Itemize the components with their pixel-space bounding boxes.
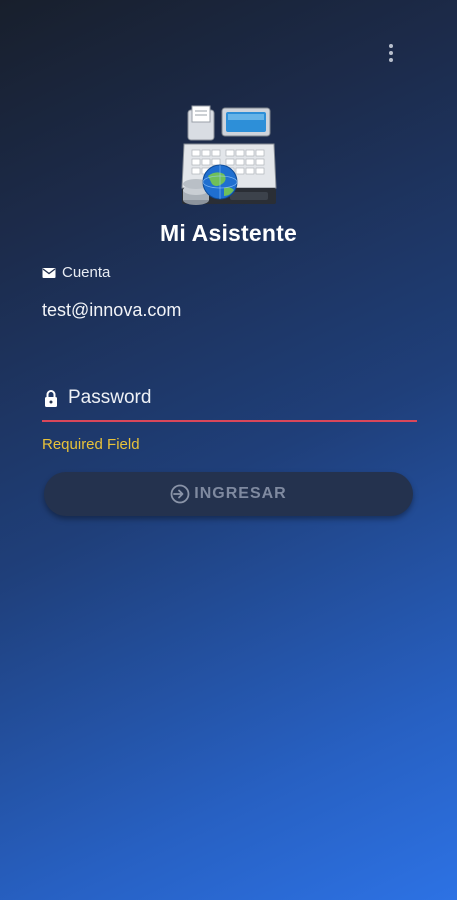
- app-title: Mi Asistente: [159, 220, 298, 246]
- login-button[interactable]: INGRESAR: [44, 472, 413, 516]
- more-vert-dot: [389, 58, 393, 62]
- cash-register-logo: [181, 105, 277, 205]
- login-screen: Mi Asistente Cuenta test@innova.com Pass…: [0, 0, 457, 900]
- login-icon: [170, 484, 190, 504]
- password-placeholder: Password: [68, 387, 152, 408]
- password-error-text: Required Field: [42, 436, 140, 453]
- lock-icon: [45, 389, 57, 407]
- login-button-label: INGRESAR: [194, 485, 287, 502]
- password-field[interactable]: Password: [42, 382, 417, 422]
- overflow-menu-button[interactable]: [380, 40, 402, 66]
- more-vert-dot: [389, 51, 393, 55]
- more-vert-icon: [389, 44, 393, 48]
- account-label: Cuenta: [62, 264, 111, 281]
- account-label-row: Cuenta: [42, 264, 110, 281]
- account-field[interactable]: test@innova.com: [42, 300, 181, 321]
- mail-icon: [42, 267, 56, 278]
